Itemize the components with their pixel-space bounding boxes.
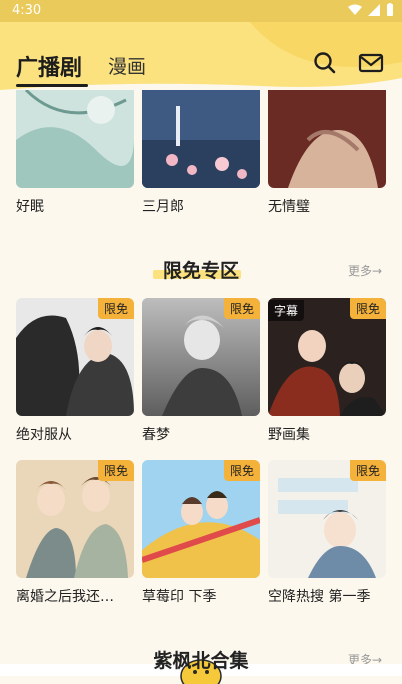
drama-title: 春梦 [142,427,170,443]
drama-cover: 限免 [16,460,134,578]
search-icon[interactable] [312,50,338,76]
drama-title: 好眠 [16,199,44,215]
section-free-title: 限免专区 [162,260,239,282]
drama-title: 无情璧 [268,199,310,215]
drama-card[interactable]: 限免 空降热搜 第一季 [268,460,386,606]
drama-title: 离婚之后我还… [16,589,114,605]
tab-comics-label: 漫画 [108,56,147,78]
tab-audio-drama-label: 广播剧 [16,56,83,81]
drama-title: 空降热搜 第一季 [268,589,371,605]
subtitle-tag: 字幕 [268,300,305,321]
section-free-header: 限免专区 [0,256,402,283]
free-badge: 限免 [349,460,386,481]
tab-comics[interactable]: 漫画 [108,52,146,79]
free-badge: 限免 [97,298,134,319]
drama-card[interactable]: 字幕 限免 野画集 [268,298,386,444]
drama-card[interactable]: 限免 绝对服从 [16,298,134,444]
status-bar: 4:30 [0,0,402,22]
drama-cover [142,90,260,188]
section-free-more-link[interactable]: 更多→ [348,262,382,279]
drama-cover: 限免 [142,298,260,416]
drama-card[interactable]: 限免 草莓印 下季 [142,460,260,606]
drama-card[interactable]: 限免 离婚之后我还… [16,460,134,606]
drama-title: 草莓印 下季 [142,589,217,605]
status-time: 4:30 [12,3,42,18]
drama-cover [16,90,134,188]
drama-card[interactable]: 三月郎 [142,90,260,216]
drama-cover: 限免 [142,460,260,578]
free-badge: 限免 [223,460,260,481]
drama-title: 三月郎 [142,199,184,215]
free-badge: 限免 [349,298,386,319]
content-scroll[interactable]: 好眠 三月郎 无情璧 限免专区 更多→ 限免 绝对服从 限免 春梦 字幕 限免 … [0,90,402,676]
drama-title: 野画集 [268,427,310,443]
drama-card[interactable]: 好眠 [16,90,134,216]
drama-title: 绝对服从 [16,427,72,443]
tab-active-underline [16,84,88,87]
drama-cover: 字幕 限免 [268,298,386,416]
signal-icon [368,3,380,16]
drama-card[interactable]: 无情璧 [268,90,386,216]
drama-card[interactable]: 限免 春梦 [142,298,260,444]
tab-audio-drama[interactable]: 广播剧 [16,50,88,87]
section-collection-title: 紫枫北合集 [153,650,249,672]
top-header: 广播剧 漫画 [0,22,402,90]
free-badge: 限免 [223,298,260,319]
drama-cover: 限免 [16,298,134,416]
free-badge: 限免 [97,460,134,481]
wifi-icon [348,4,362,15]
drama-cover: 限免 [268,460,386,578]
battery-icon [387,3,393,16]
status-icons [348,3,394,16]
mail-icon[interactable] [358,50,384,76]
drama-cover [268,90,386,188]
